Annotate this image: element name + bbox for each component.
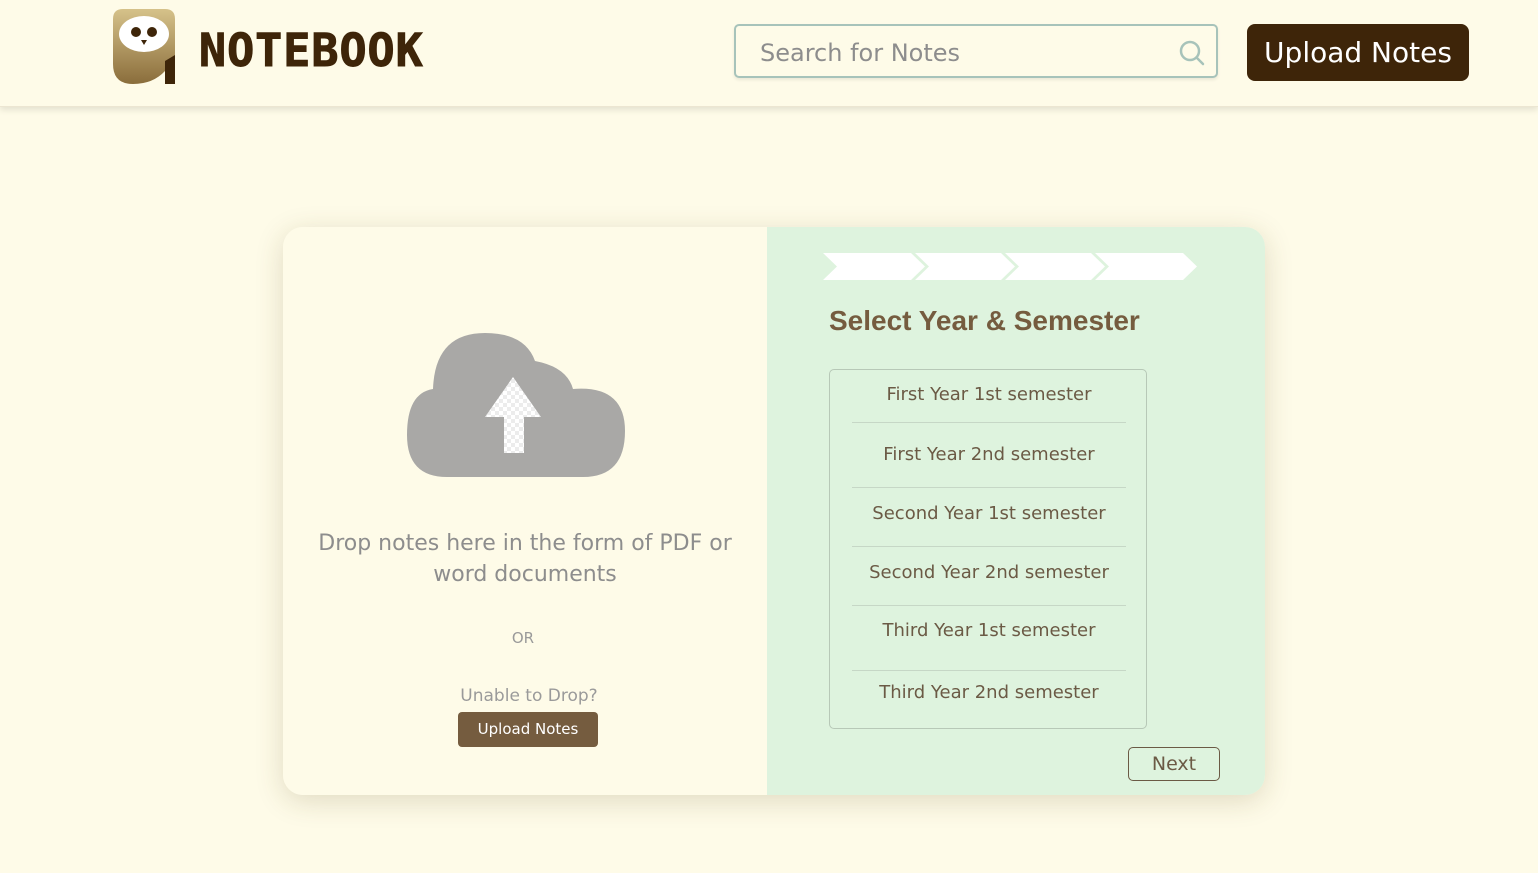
- selection-panel: Select Year & Semester First Year 1st se…: [767, 227, 1265, 795]
- or-divider-text: OR: [511, 629, 535, 647]
- upload-notes-small-button[interactable]: Upload Notes: [458, 712, 598, 747]
- search-box[interactable]: [734, 24, 1218, 78]
- brand-name[interactable]: NOTEBOOK: [199, 24, 424, 78]
- semester-option[interactable]: Second Year 2nd semester: [852, 553, 1126, 593]
- progress-step: [915, 253, 1015, 280]
- top-navbar: NOTEBOOK Upload Notes: [0, 0, 1538, 107]
- upload-notes-button[interactable]: Upload Notes: [1247, 24, 1469, 81]
- cloud-upload-icon: [407, 333, 625, 477]
- unable-to-drop-text: Unable to Drop?: [460, 686, 598, 706]
- semester-option[interactable]: Second Year 1st semester: [852, 494, 1126, 534]
- semester-option[interactable]: First Year 1st semester: [852, 375, 1126, 415]
- list-divider: [852, 605, 1126, 606]
- progress-step: [1095, 253, 1197, 280]
- progress-step: [823, 253, 925, 280]
- semester-option[interactable]: First Year 2nd semester: [852, 435, 1126, 475]
- panel-title: Select Year & Semester: [829, 305, 1140, 336]
- search-input[interactable]: [758, 34, 1162, 72]
- drop-instructions: Drop notes here in the form of PDF or wo…: [318, 531, 732, 587]
- list-divider: [852, 422, 1126, 423]
- list-divider: [852, 546, 1126, 547]
- owl-logo-icon[interactable]: [113, 9, 175, 84]
- semester-option[interactable]: Third Year 1st semester: [852, 611, 1126, 651]
- drop-zone[interactable]: Drop notes here in the form of PDF or wo…: [283, 227, 767, 795]
- step-progress-indicator: [823, 253, 1197, 280]
- list-divider: [852, 487, 1126, 488]
- next-button[interactable]: Next: [1128, 747, 1220, 781]
- progress-step: [1005, 253, 1105, 280]
- semester-list: First Year 1st semester First Year 2nd s…: [829, 369, 1147, 729]
- semester-option[interactable]: Third Year 2nd semester: [852, 673, 1126, 713]
- upload-card: Drop notes here in the form of PDF or wo…: [283, 227, 1265, 795]
- list-divider: [852, 670, 1126, 671]
- search-icon[interactable]: [1178, 39, 1206, 67]
